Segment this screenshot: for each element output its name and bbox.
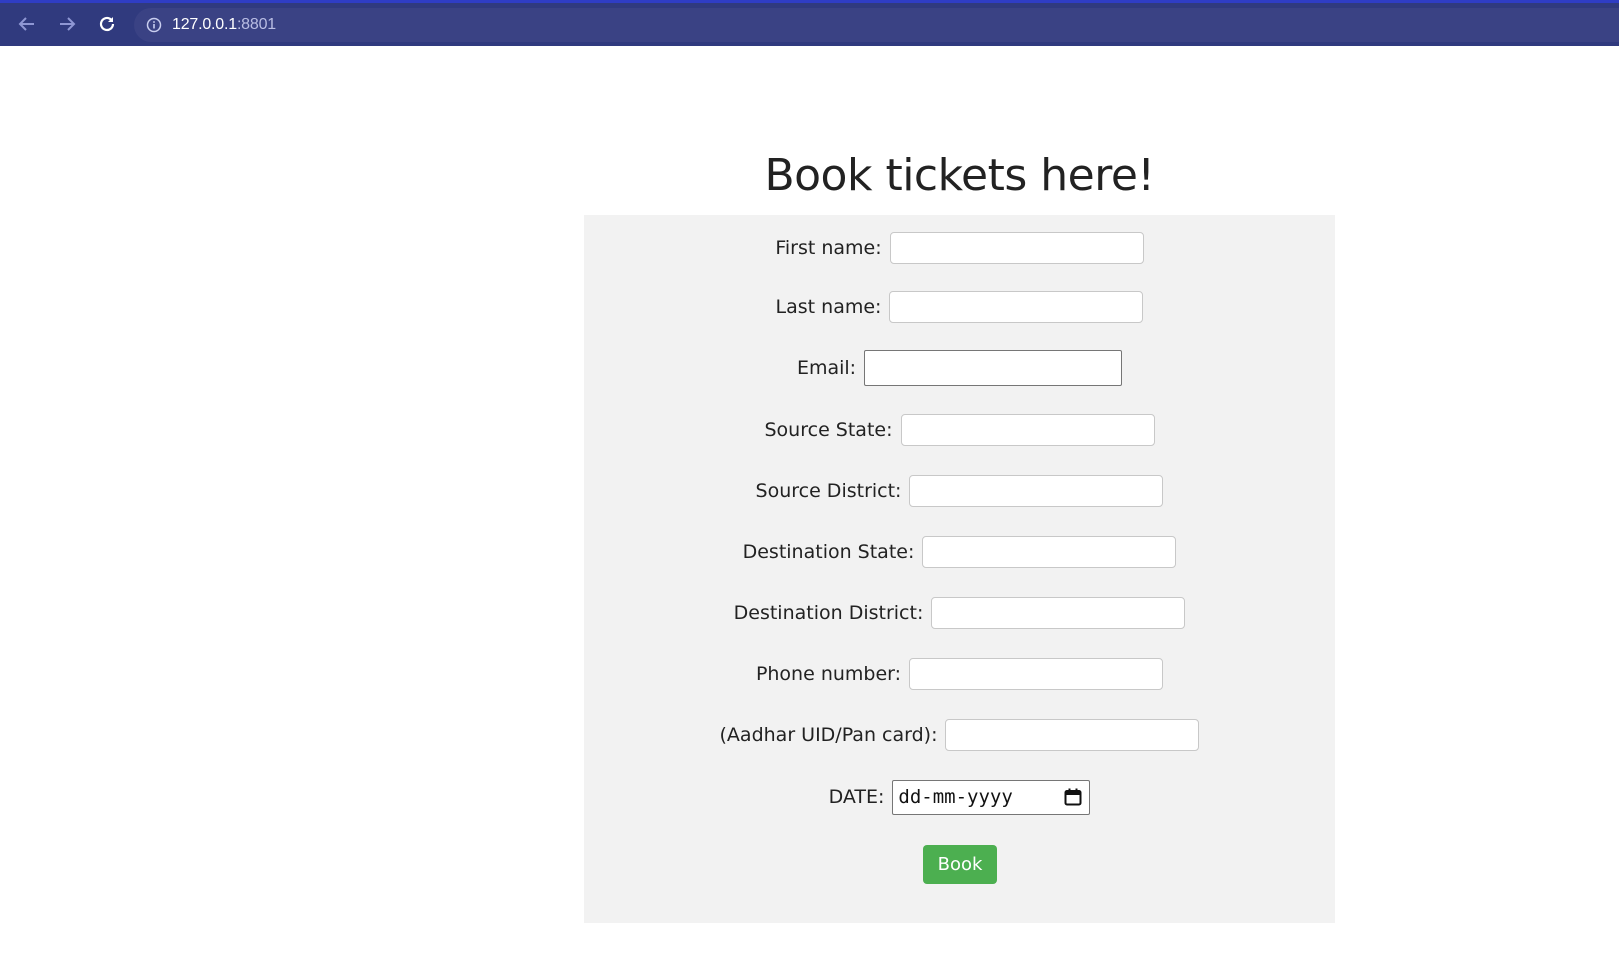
address-bar[interactable]: 127.0.0.1:8801 <box>134 8 1619 42</box>
url-port: :8801 <box>236 16 276 33</box>
last-name-label: Last name: <box>775 296 882 318</box>
last-name-input[interactable] <box>889 291 1144 323</box>
page-title: Book tickets here! <box>764 150 1155 201</box>
destination-district-input[interactable] <box>931 597 1186 629</box>
date-row: DATE: dd-mm-yyyy <box>584 779 1335 815</box>
email-label: Email: <box>796 357 857 379</box>
phone-number-label: Phone number: <box>755 663 902 685</box>
id-card-input[interactable] <box>945 719 1200 751</box>
source-state-input[interactable] <box>900 414 1155 446</box>
first-name-row: First name: <box>584 231 1335 265</box>
email-row: Email: <box>584 350 1335 386</box>
destination-state-input[interactable] <box>922 536 1177 568</box>
destination-district-label: Destination District: <box>733 602 924 624</box>
destination-state-label: Destination State: <box>742 541 915 563</box>
last-name-row: Last name: <box>584 290 1335 324</box>
url-text: 127.0.0.1:8801 <box>172 16 276 34</box>
first-name-input[interactable] <box>889 232 1144 264</box>
booking-form: First name: Last name: Email: Source Sta… <box>584 215 1335 923</box>
forward-arrow-icon[interactable] <box>55 12 79 36</box>
destination-district-row: Destination District: <box>584 596 1335 630</box>
url-host: 127.0.0.1 <box>172 16 237 33</box>
id-card-label: (Aadhar UID/Pan card): <box>719 724 938 746</box>
email-input[interactable] <box>864 350 1123 386</box>
back-arrow-icon[interactable] <box>15 12 39 36</box>
source-district-row: Source District: <box>584 474 1335 508</box>
first-name-label: First name: <box>775 237 882 259</box>
source-state-row: Source State: <box>584 413 1335 447</box>
book-button[interactable]: Book <box>923 845 997 884</box>
id-card-row: (Aadhar UID/Pan card): <box>584 718 1335 752</box>
destination-state-row: Destination State: <box>584 535 1335 569</box>
reload-icon[interactable] <box>95 12 119 36</box>
date-input[interactable]: dd-mm-yyyy <box>892 779 1091 815</box>
browser-toolbar: 127.0.0.1:8801 <box>0 0 1619 46</box>
source-district-input[interactable] <box>909 475 1164 507</box>
date-label: DATE: <box>828 786 885 808</box>
date-placeholder: dd-mm-yyyy <box>898 786 1013 808</box>
source-state-label: Source State: <box>764 419 893 441</box>
phone-number-row: Phone number: <box>584 657 1335 691</box>
phone-number-input[interactable] <box>909 658 1164 690</box>
source-district-label: Source District: <box>755 480 902 502</box>
calendar-icon[interactable] <box>1063 787 1083 807</box>
site-info-icon[interactable] <box>146 17 162 33</box>
